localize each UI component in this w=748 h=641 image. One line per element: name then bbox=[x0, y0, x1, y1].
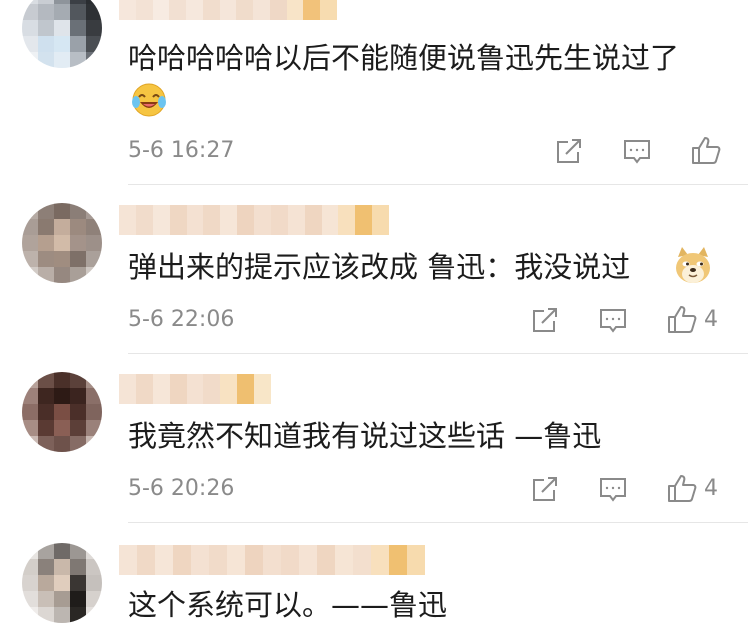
thumbs-up-icon bbox=[690, 134, 722, 166]
share-icon bbox=[554, 136, 584, 166]
like-button[interactable]: 4 bbox=[666, 472, 718, 504]
comment-icon bbox=[598, 305, 628, 335]
avatar[interactable] bbox=[22, 0, 102, 68]
like-count: 4 bbox=[704, 475, 718, 501]
comment-text: 这个系统可以。——鲁迅 bbox=[128, 588, 448, 622]
reply-button[interactable] bbox=[622, 136, 652, 166]
comment-item: 我竟然不知道我有说过这些话 —鲁迅 5-6 20:26 4 bbox=[0, 354, 748, 522]
comment-icon bbox=[622, 136, 652, 166]
username-blurred[interactable] bbox=[119, 205, 389, 235]
avatar[interactable] bbox=[22, 372, 102, 452]
reply-button[interactable] bbox=[598, 305, 628, 335]
username-blurred[interactable] bbox=[119, 545, 425, 575]
like-button[interactable] bbox=[690, 134, 728, 166]
comment-text: 我竟然不知道我有说过这些话 —鲁迅 bbox=[128, 419, 602, 453]
avatar[interactable] bbox=[22, 543, 102, 623]
reply-button[interactable] bbox=[598, 474, 628, 504]
thumbs-up-icon bbox=[666, 472, 698, 504]
share-icon bbox=[530, 474, 560, 504]
username-blurred[interactable] bbox=[119, 0, 337, 20]
comment-timestamp: 5-6 20:26 bbox=[128, 476, 235, 501]
comment-timestamp: 5-6 22:06 bbox=[128, 307, 235, 332]
avatar[interactable] bbox=[22, 203, 102, 283]
doge-emoji bbox=[672, 245, 714, 291]
share-button[interactable] bbox=[530, 474, 560, 504]
comment-timestamp: 5-6 16:27 bbox=[128, 138, 235, 163]
comment-item: 哈哈哈哈哈以后不能随便说鲁迅先生说过了 5-6 16:27 bbox=[0, 0, 748, 184]
like-count: 4 bbox=[704, 306, 718, 332]
thumbs-up-icon bbox=[666, 303, 698, 335]
comment-item: 这个系统可以。——鲁迅 bbox=[0, 523, 748, 641]
share-icon bbox=[530, 305, 560, 335]
comment-item: 弹出来的提示应该改成 鲁迅：我没说过 5-6 22:06 4 bbox=[0, 185, 748, 353]
comment-icon bbox=[598, 474, 628, 504]
laughing-tears-emoji bbox=[130, 80, 168, 122]
comment-text: 哈哈哈哈哈以后不能随便说鲁迅先生说过了 bbox=[128, 41, 680, 75]
share-button[interactable] bbox=[530, 305, 560, 335]
share-button[interactable] bbox=[554, 136, 584, 166]
username-blurred[interactable] bbox=[119, 374, 272, 404]
like-button[interactable]: 4 bbox=[666, 303, 718, 335]
comment-feed: 哈哈哈哈哈以后不能随便说鲁迅先生说过了 5-6 16:27 弹出来的提示应该改成… bbox=[0, 0, 748, 641]
comment-text: 弹出来的提示应该改成 鲁迅：我没说过 bbox=[128, 250, 631, 284]
